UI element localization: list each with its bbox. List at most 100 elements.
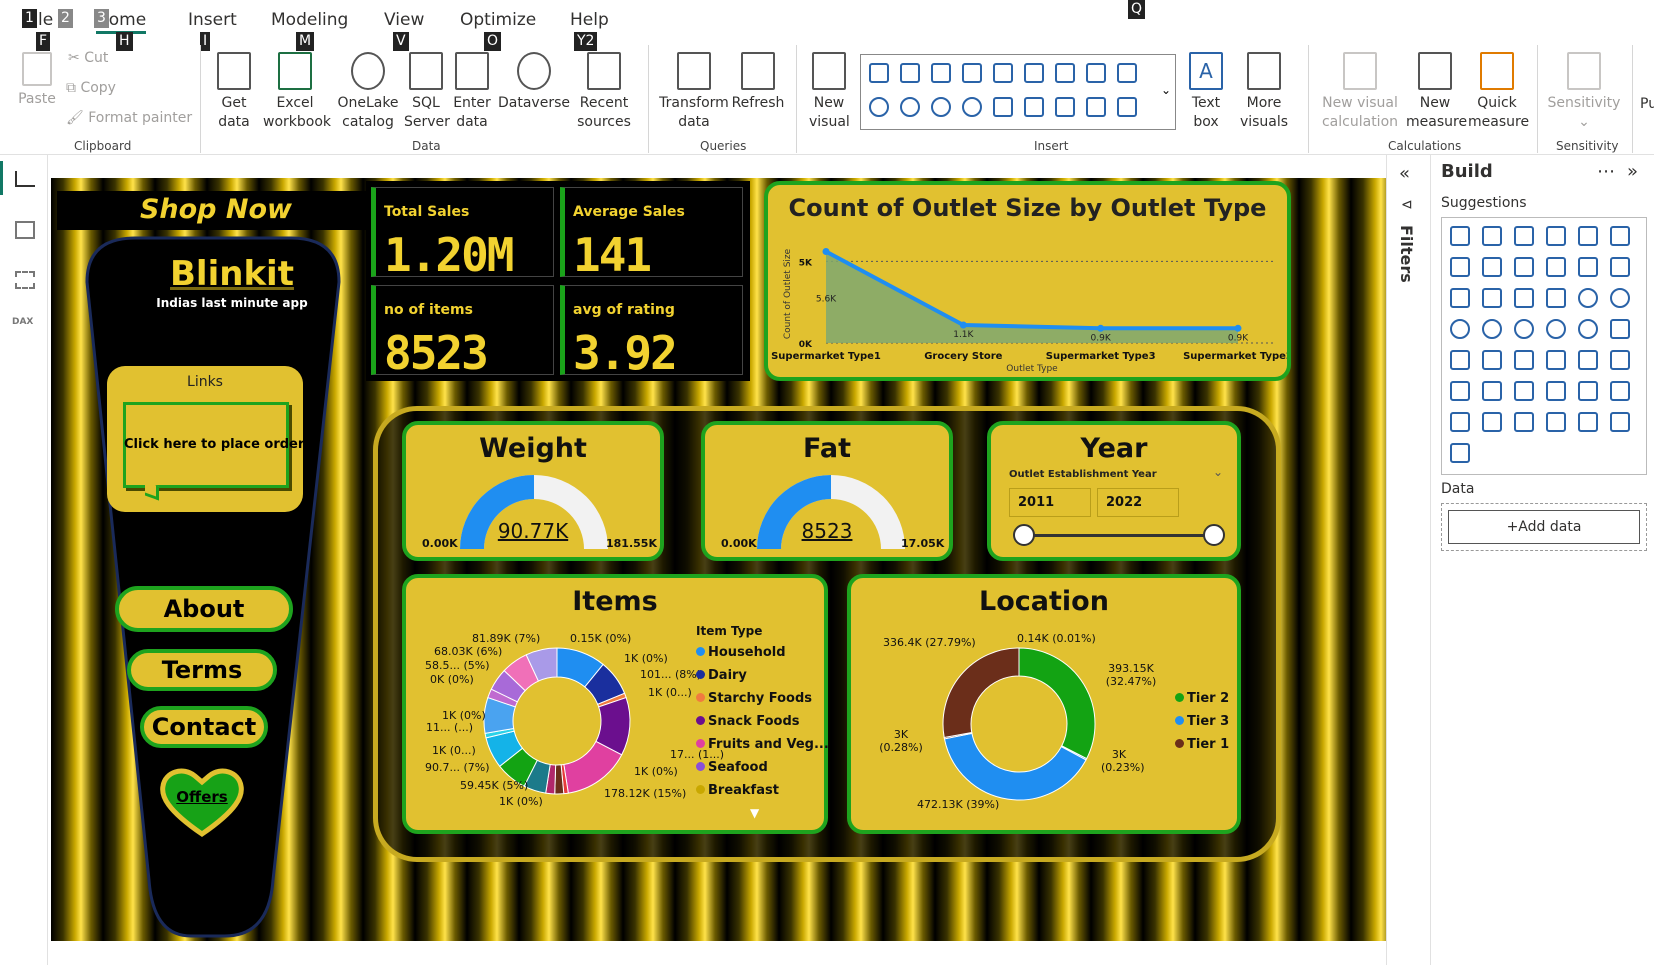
decomposition-tree-icon[interactable] bbox=[1546, 381, 1566, 401]
location-card[interactable]: Location 0.14K (0.01%) 393.15K (32.47%) 3K… bbox=[847, 574, 1241, 834]
power-apps-icon[interactable] bbox=[1578, 412, 1598, 432]
ribbon-chart-icon[interactable] bbox=[1450, 288, 1470, 308]
report-view-icon[interactable] bbox=[15, 171, 35, 187]
text-box-button[interactable]: A Text box bbox=[1184, 52, 1228, 132]
legend-item[interactable]: Starchy Foods bbox=[696, 691, 812, 706]
tab-help[interactable]: Help bbox=[570, 10, 609, 30]
get-data-button[interactable]: Get data bbox=[206, 52, 262, 132]
pie-chart-icon[interactable] bbox=[1578, 288, 1598, 308]
funnel-chart-icon[interactable] bbox=[1117, 63, 1137, 83]
gauge-icon[interactable] bbox=[1610, 319, 1630, 339]
chevron-down-icon[interactable]: ▼ bbox=[750, 806, 759, 820]
map-icon[interactable] bbox=[962, 97, 982, 117]
legend-item[interactable]: Seafood bbox=[696, 760, 768, 775]
enter-data-button[interactable]: Enter data bbox=[450, 52, 494, 132]
clustered-bar-icon[interactable] bbox=[1514, 226, 1534, 246]
year-slicer-card[interactable]: Year Outlet Establishment Year ⌄ 2011 20… bbox=[987, 421, 1241, 561]
copy-button[interactable]: ⧉ Copy bbox=[66, 80, 116, 96]
legend-item[interactable]: Snack Foods bbox=[696, 714, 800, 729]
donut-chart-icon[interactable] bbox=[900, 97, 920, 117]
collapse-icon[interactable]: » bbox=[1627, 161, 1638, 182]
legend-item[interactable]: Tier 3 bbox=[1175, 714, 1229, 729]
excel-workbook-button[interactable]: Excel workbook bbox=[260, 52, 331, 132]
year-from-input[interactable]: 2011 bbox=[1009, 488, 1091, 517]
fat-card[interactable]: Fat 8523 0.00K 17.05K bbox=[701, 421, 953, 561]
paginated-icon[interactable] bbox=[1450, 412, 1470, 432]
slider-handle-start[interactable] bbox=[1013, 524, 1035, 546]
dataverse-button[interactable]: Dataverse bbox=[497, 52, 571, 113]
slider-handle-end[interactable] bbox=[1203, 524, 1225, 546]
stacked-bar-icon[interactable] bbox=[1450, 226, 1470, 246]
metrics-icon[interactable] bbox=[1546, 412, 1566, 432]
python-icon[interactable] bbox=[1482, 381, 1502, 401]
area-100-icon[interactable] bbox=[1546, 257, 1566, 277]
tab-insert[interactable]: Insert bbox=[188, 10, 237, 30]
offers-link[interactable]: Offers bbox=[159, 788, 245, 806]
stacked-bar-icon[interactable] bbox=[869, 63, 889, 83]
slicer-icon[interactable] bbox=[1546, 350, 1566, 370]
add-data-button[interactable]: +Add data bbox=[1448, 510, 1640, 544]
weight-card[interactable]: Weight 90.77K 0.00K 181.55K bbox=[402, 421, 664, 561]
clustered-bar-icon[interactable] bbox=[931, 63, 951, 83]
more-visuals-button[interactable]: More visuals bbox=[1232, 52, 1296, 132]
r-script-icon[interactable] bbox=[1450, 381, 1470, 401]
model-view-icon[interactable] bbox=[15, 271, 35, 289]
sql-server-button[interactable]: SQL Server bbox=[404, 52, 450, 132]
terms-button[interactable]: Terms bbox=[127, 649, 277, 691]
new-visual-button[interactable]: New visual bbox=[803, 52, 855, 132]
clustered-column-icon[interactable] bbox=[1546, 226, 1566, 246]
cut-button[interactable]: ✂ Cut bbox=[68, 50, 108, 66]
card-icon[interactable] bbox=[1450, 350, 1470, 370]
tab-view[interactable]: View bbox=[384, 10, 424, 30]
truncated-button-label[interactable]: Pu bbox=[1640, 96, 1654, 112]
multi-row-card-icon[interactable] bbox=[1055, 97, 1075, 117]
legend-item[interactable]: Breakfast bbox=[696, 783, 779, 798]
transform-data-button[interactable]: Transform data bbox=[658, 52, 730, 132]
more-options-icon[interactable]: ⋯ bbox=[1597, 161, 1615, 182]
new-measure-button[interactable]: New measure bbox=[1404, 52, 1467, 132]
more-icon[interactable] bbox=[1482, 443, 1502, 463]
stacked-column-icon[interactable] bbox=[1482, 226, 1502, 246]
line-chart-icon[interactable] bbox=[1450, 257, 1470, 277]
paste-button[interactable]: Paste bbox=[14, 52, 60, 109]
place-order-button[interactable]: Click here to place order bbox=[123, 402, 304, 488]
filled-map-icon[interactable] bbox=[1514, 319, 1534, 339]
stacked-area-icon[interactable] bbox=[1514, 257, 1534, 277]
chevron-down-icon[interactable]: ⌄ bbox=[1161, 83, 1171, 97]
azure-map-icon[interactable] bbox=[1578, 319, 1598, 339]
outlet-chart-card[interactable]: Count of Outlet Size by Outlet Type 5.6K… bbox=[764, 181, 1291, 381]
legend-item[interactable]: Tier 1 bbox=[1175, 737, 1229, 752]
refresh-button[interactable]: Refresh bbox=[728, 52, 788, 113]
format-painter-button[interactable]: 🖌 Format painter bbox=[66, 110, 192, 126]
legend-item[interactable]: Dairy bbox=[696, 668, 747, 683]
onelake-catalog-button[interactable]: OneLake catalog bbox=[331, 52, 405, 132]
stacked-bar-100-icon[interactable] bbox=[993, 63, 1013, 83]
waterfall-icon[interactable] bbox=[1482, 288, 1502, 308]
gauge-icon[interactable] bbox=[993, 97, 1013, 117]
line-chart-icon[interactable] bbox=[1055, 63, 1075, 83]
clustered-column-icon[interactable] bbox=[962, 63, 982, 83]
legend-item[interactable]: Tier 2 bbox=[1175, 691, 1229, 706]
expand-icon[interactable]: « bbox=[1399, 163, 1410, 184]
contact-button[interactable]: Contact bbox=[140, 706, 268, 748]
area-chart-icon[interactable] bbox=[1086, 63, 1106, 83]
report-icon[interactable] bbox=[1514, 412, 1534, 432]
power-automate-icon[interactable] bbox=[1610, 412, 1630, 432]
tab-file[interactable]: le bbox=[38, 10, 53, 30]
trophy-icon[interactable] bbox=[1482, 412, 1502, 432]
year-to-input[interactable]: 2022 bbox=[1097, 488, 1179, 517]
quick-measure-button[interactable]: Quick measure bbox=[1466, 52, 1529, 132]
map-icon[interactable] bbox=[1482, 319, 1502, 339]
narrative-icon[interactable] bbox=[1610, 381, 1630, 401]
about-button[interactable]: About bbox=[115, 586, 293, 632]
get-more-visuals-icon[interactable] bbox=[1450, 443, 1470, 463]
table-view-icon[interactable] bbox=[15, 221, 35, 239]
stacked-column-icon[interactable] bbox=[900, 63, 920, 83]
tab-optimize[interactable]: Optimize bbox=[460, 10, 536, 30]
ribbon-chart-icon[interactable] bbox=[1024, 63, 1044, 83]
qa-icon[interactable] bbox=[1578, 381, 1598, 401]
treemap-icon[interactable] bbox=[1450, 319, 1470, 339]
multi-row-card-icon[interactable] bbox=[1482, 350, 1502, 370]
items-card[interactable]: Items 0.15K (0%) 1K (0%) 101... (8%) 1K (0.… bbox=[402, 574, 829, 834]
stacked-column-100-icon[interactable] bbox=[1610, 226, 1630, 246]
